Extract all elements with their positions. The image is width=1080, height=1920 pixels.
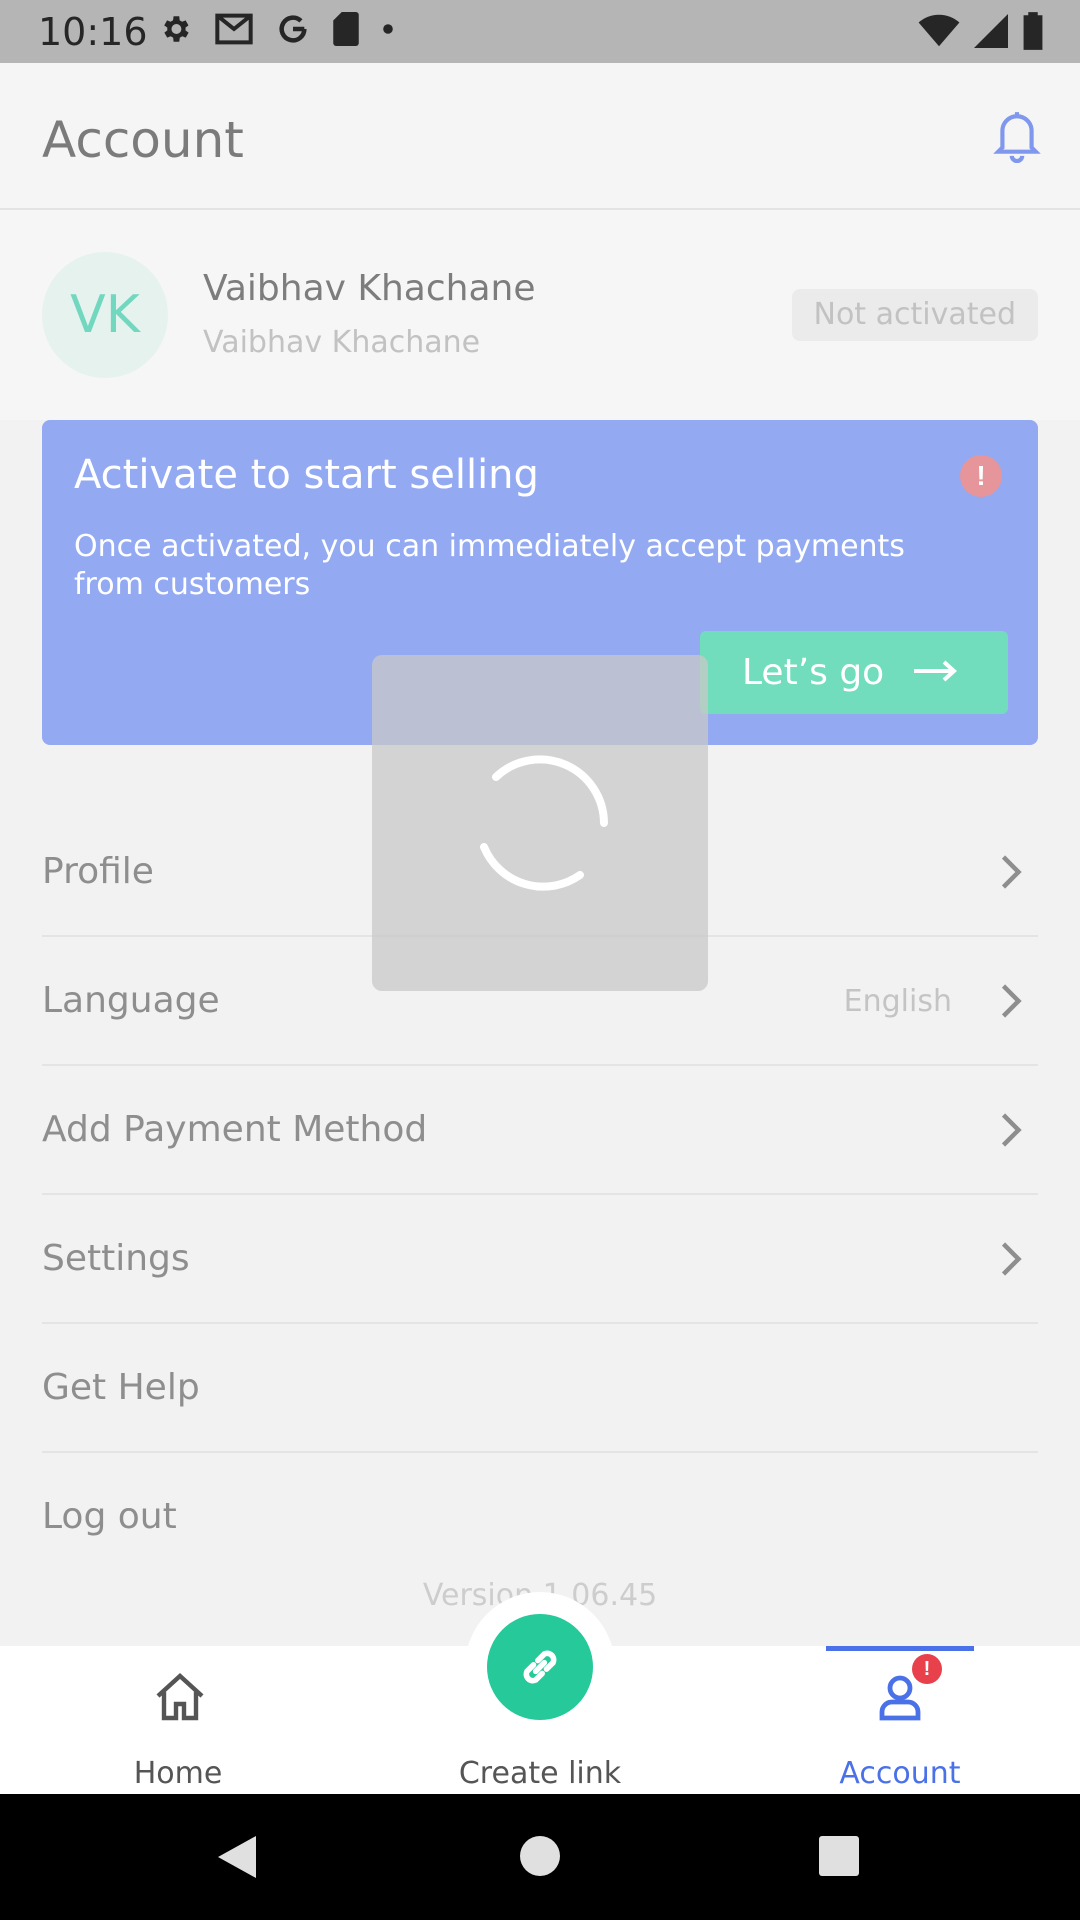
menu-item-label: Language xyxy=(42,980,220,1021)
chevron-right-icon xyxy=(1001,984,1022,1018)
arrow-right-icon xyxy=(914,660,957,682)
menu-item-label: Get Help xyxy=(42,1367,200,1408)
menu-item-settings[interactable]: Settings xyxy=(42,1195,1038,1324)
menu-item-value: English xyxy=(843,984,952,1019)
activation-status-badge: Not activated xyxy=(791,289,1038,341)
back-icon[interactable] xyxy=(216,1834,258,1880)
wifi-icon xyxy=(918,14,960,47)
chevron-right-icon xyxy=(1001,1113,1022,1147)
status-icons-left xyxy=(158,12,394,46)
lets-go-button[interactable]: Let’s go xyxy=(700,631,1008,714)
sd-card-icon xyxy=(333,12,359,46)
activate-card-title: Activate to start selling xyxy=(74,452,539,498)
menu-item-label: Settings xyxy=(42,1238,190,1279)
recents-square-icon[interactable] xyxy=(818,1835,860,1877)
system-nav-bar xyxy=(0,1794,1080,1920)
nav-create-label: Create link xyxy=(458,1756,622,1791)
nav-home-label: Home xyxy=(133,1756,223,1791)
nav-account-label: Account xyxy=(839,1756,961,1791)
settings-gear-icon xyxy=(164,16,189,42)
loading-spinner-icon xyxy=(480,755,608,891)
status-icons-right xyxy=(918,12,1044,50)
chevron-right-icon xyxy=(1001,1242,1022,1276)
menu-item-label: Add Payment Method xyxy=(42,1109,428,1150)
home-circle-icon[interactable] xyxy=(518,1834,562,1878)
status-bar: 10:16 xyxy=(0,0,1080,63)
activate-card-description: Once activated, you can immediately acce… xyxy=(74,529,905,602)
nav-account[interactable]: ! Account xyxy=(780,1646,1020,1794)
menu-item-log-out[interactable]: Log out xyxy=(42,1453,1038,1582)
loading-overlay xyxy=(372,655,708,991)
profile-section[interactable]: VK Vaibhav Khachane Vaibhav Khachane Not… xyxy=(0,210,1080,420)
gmail-icon xyxy=(215,13,253,45)
signal-icon xyxy=(974,14,1008,48)
active-tab-indicator xyxy=(826,1646,974,1651)
menu-item-label: Profile xyxy=(42,851,154,892)
home-icon xyxy=(156,1673,204,1721)
menu-item-add-payment-method[interactable]: Add Payment Method xyxy=(42,1066,1038,1195)
user-subtitle: Vaibhav Khachane xyxy=(203,325,481,360)
bell-icon[interactable] xyxy=(992,107,1042,163)
google-icon xyxy=(279,15,307,43)
chevron-right-icon xyxy=(1001,855,1022,889)
account-alert-badge: ! xyxy=(912,1654,942,1684)
user-name: Vaibhav Khachane xyxy=(203,268,536,309)
avatar: VK xyxy=(42,252,168,378)
battery-icon xyxy=(1023,12,1043,50)
link-icon xyxy=(523,1650,557,1684)
nav-home[interactable]: Home xyxy=(58,1646,298,1794)
dot-icon xyxy=(383,24,393,34)
create-link-button[interactable] xyxy=(487,1614,593,1720)
menu-item-label: Log out xyxy=(42,1496,177,1537)
page-title: Account xyxy=(42,111,244,169)
lets-go-label: Let’s go xyxy=(742,652,885,693)
app-header: Account xyxy=(0,63,1080,210)
status-time: 10:16 xyxy=(38,10,148,54)
alert-icon: ! xyxy=(960,455,1002,497)
menu-item-get-help[interactable]: Get Help xyxy=(42,1324,1038,1453)
